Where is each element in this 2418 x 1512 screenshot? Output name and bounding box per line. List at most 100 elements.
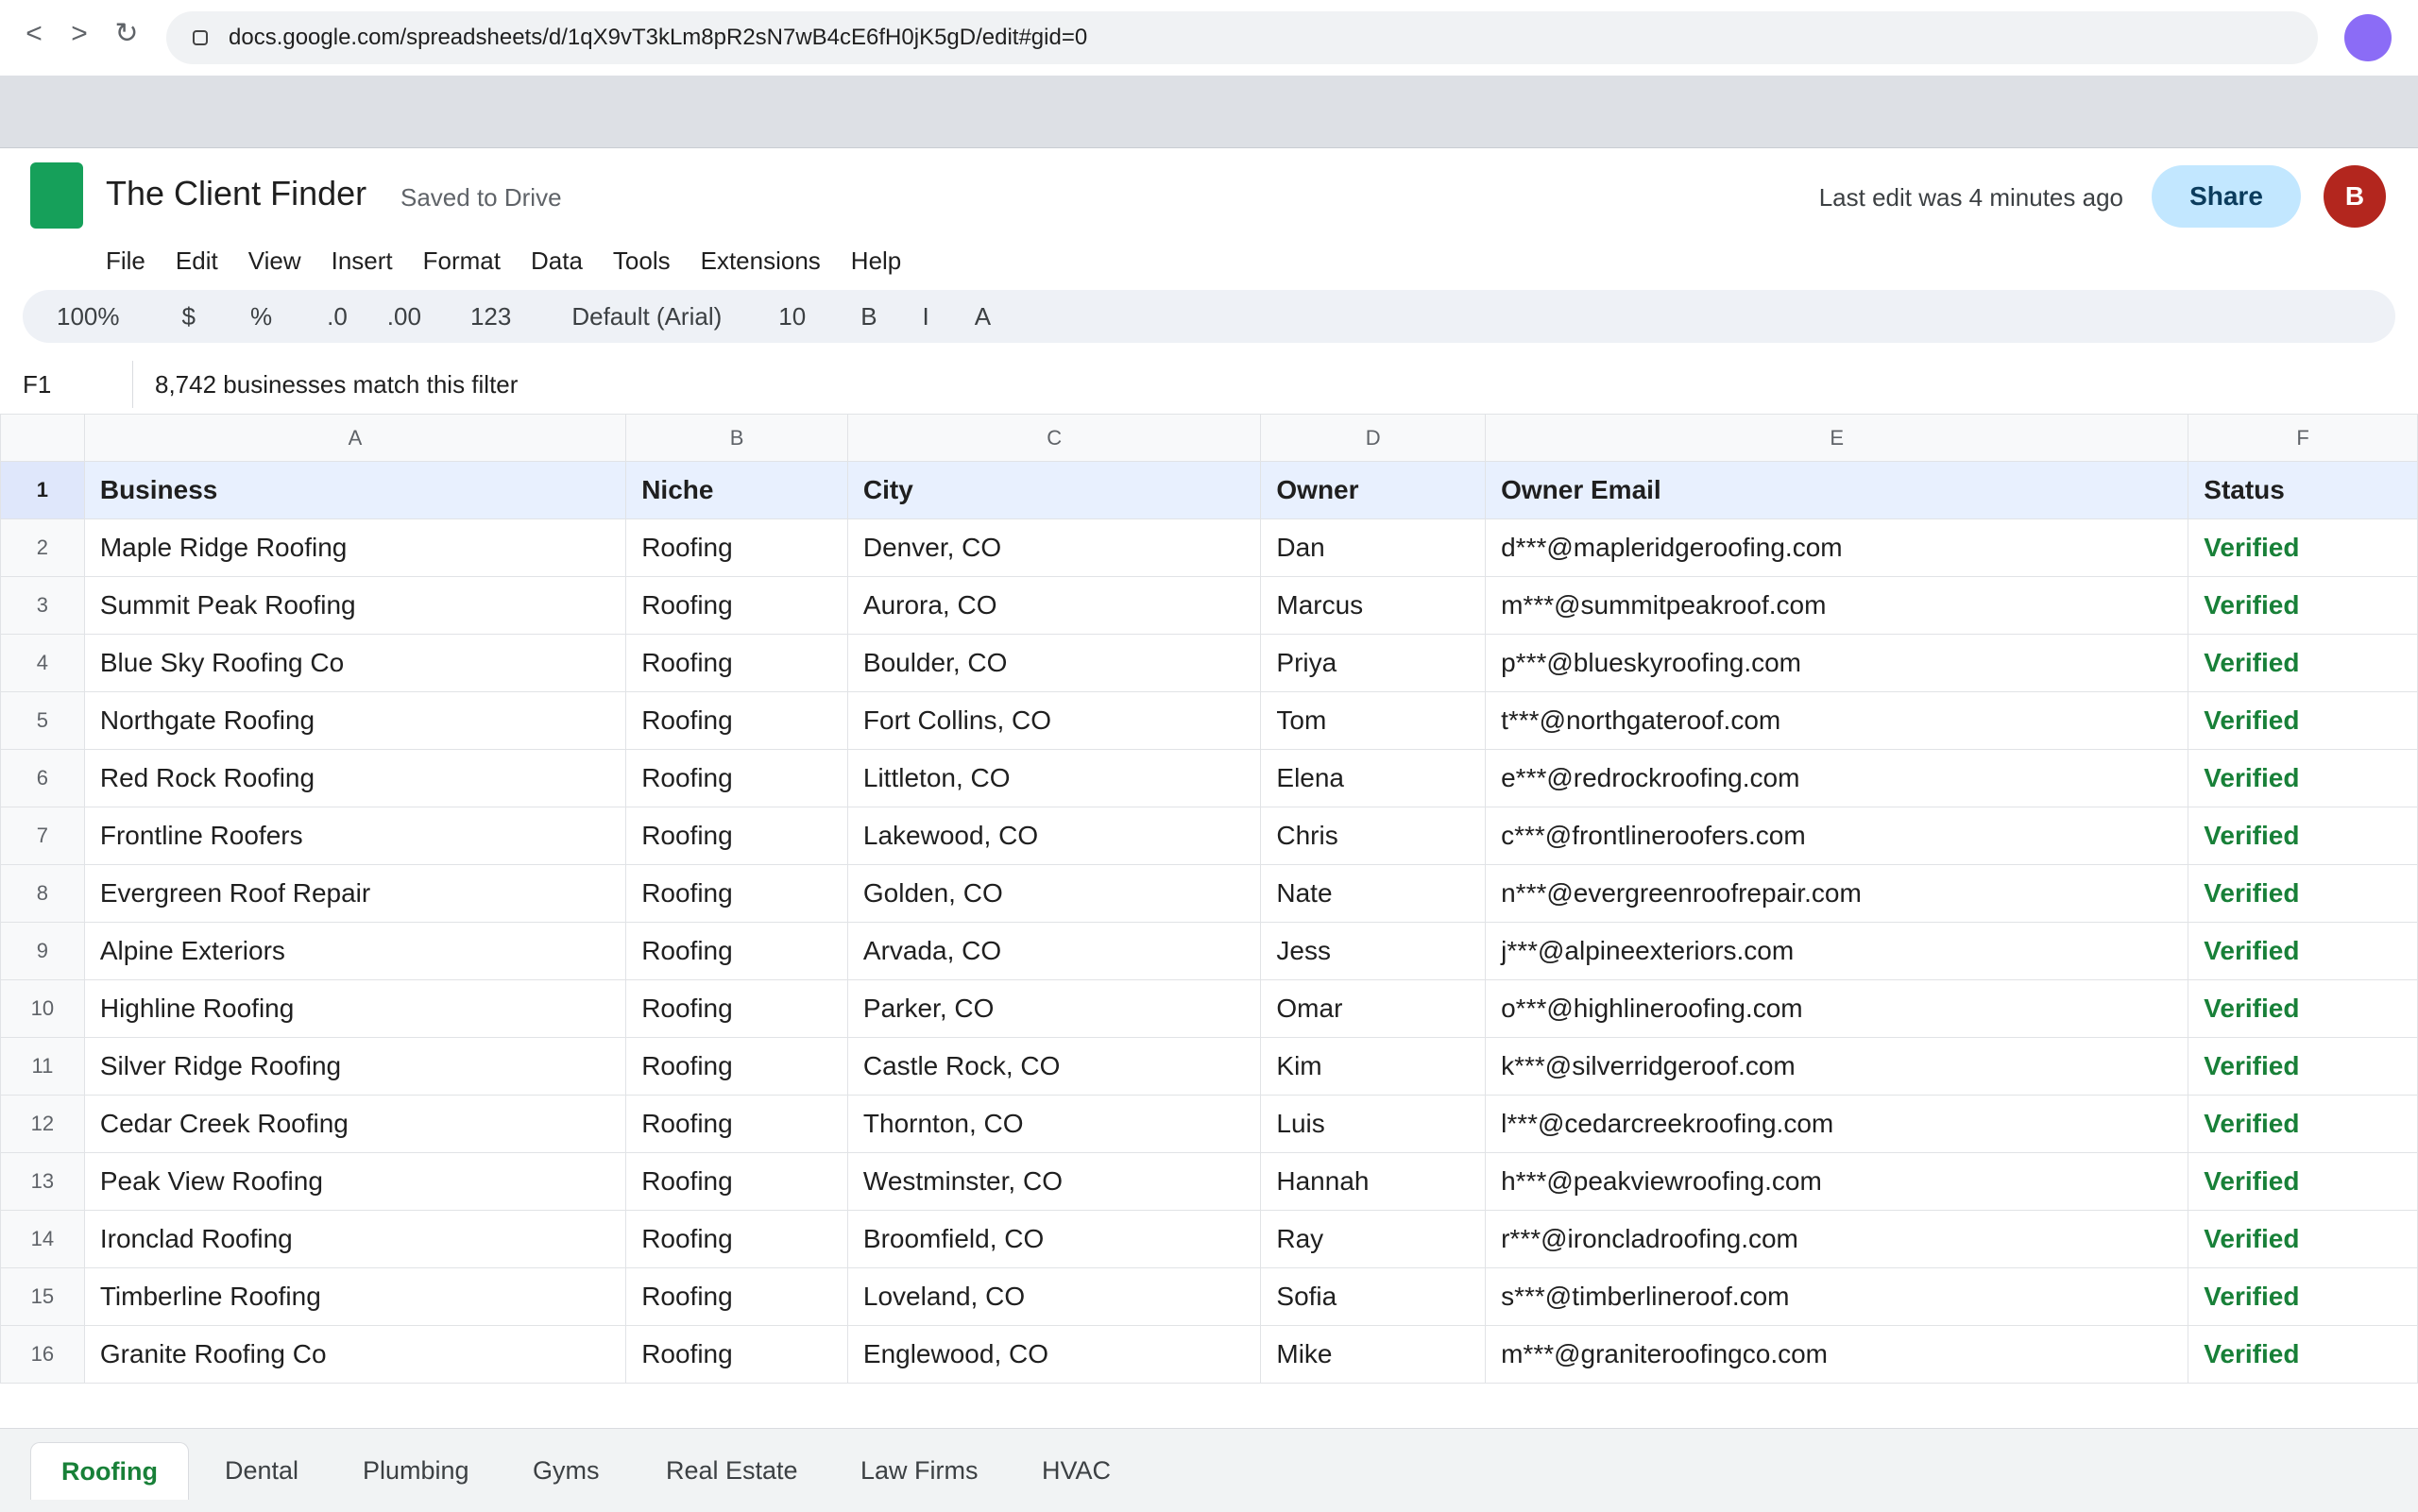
header-cell[interactable]: City — [846, 461, 1262, 519]
row-number[interactable]: 10 — [0, 979, 85, 1038]
grid-cell[interactable]: Red Rock Roofing — [83, 749, 627, 807]
grid-cell[interactable]: Ironclad Roofing — [83, 1210, 627, 1268]
grid-cell[interactable]: Alpine Exteriors — [83, 922, 627, 980]
grid-cell[interactable]: Lakewood, CO — [846, 807, 1262, 865]
header-cell[interactable]: Business — [83, 461, 627, 519]
site-info-icon[interactable] — [193, 30, 208, 45]
select-all-corner[interactable] — [0, 414, 85, 462]
menu-extensions[interactable]: Extensions — [701, 242, 821, 280]
grid-cell[interactable]: Tom — [1260, 691, 1487, 750]
grid-cell[interactable]: Denver, CO — [846, 518, 1262, 577]
grid-cell[interactable]: Nate — [1260, 864, 1487, 923]
sheet-tab-real-estate[interactable]: Real Estate — [666, 1442, 798, 1499]
grid-cell[interactable]: Roofing — [625, 1210, 848, 1268]
status-cell[interactable]: Verified — [2188, 807, 2418, 865]
status-cell[interactable]: Verified — [2188, 1037, 2418, 1096]
grid-cell[interactable]: Littleton, CO — [846, 749, 1262, 807]
row-number[interactable]: 4 — [0, 634, 85, 692]
grid-cell[interactable]: Frontline Roofers — [83, 807, 627, 865]
row-number[interactable]: 11 — [0, 1037, 85, 1096]
row-number[interactable]: 6 — [0, 749, 85, 807]
grid-cell[interactable]: Roofing — [625, 634, 848, 692]
grid-cell[interactable]: r***@ironcladroofing.com — [1485, 1210, 2189, 1268]
menu-help[interactable]: Help — [851, 242, 901, 280]
column-header-b[interactable]: B — [625, 414, 848, 462]
share-button[interactable]: Share — [2152, 165, 2301, 228]
status-cell[interactable]: Verified — [2188, 576, 2418, 635]
grid-cell[interactable]: Thornton, CO — [846, 1095, 1262, 1153]
grid-cell[interactable]: Priya — [1260, 634, 1487, 692]
grid-cell[interactable]: Omar — [1260, 979, 1487, 1038]
document-title[interactable]: The Client Finder — [106, 174, 366, 213]
row-number[interactable]: 2 — [0, 518, 85, 577]
back-icon[interactable]: < — [13, 13, 55, 55]
row-number[interactable]: 5 — [0, 691, 85, 750]
sheets-logo-icon[interactable] — [30, 162, 83, 229]
grid-cell[interactable]: Blue Sky Roofing Co — [83, 634, 627, 692]
grid-cell[interactable]: Roofing — [625, 518, 848, 577]
status-cell[interactable]: Verified — [2188, 634, 2418, 692]
grid-cell[interactable]: Roofing — [625, 1325, 848, 1384]
menu-format[interactable]: Format — [423, 242, 501, 280]
sheet-tab-hvac[interactable]: HVAC — [1042, 1442, 1111, 1499]
grid-cell[interactable]: n***@evergreenroofrepair.com — [1485, 864, 2189, 923]
more-formats-button[interactable]: 123 — [470, 290, 511, 343]
menu-file[interactable]: File — [106, 242, 145, 280]
sheet-tab-law-firms[interactable]: Law Firms — [860, 1442, 979, 1499]
menu-tools[interactable]: Tools — [613, 242, 671, 280]
grid-cell[interactable]: l***@cedarcreekroofing.com — [1485, 1095, 2189, 1153]
grid-cell[interactable]: e***@redrockroofing.com — [1485, 749, 2189, 807]
status-cell[interactable]: Verified — [2188, 922, 2418, 980]
grid-cell[interactable]: Parker, CO — [846, 979, 1262, 1038]
row-number[interactable]: 3 — [0, 576, 85, 635]
zoom-select[interactable]: 100% — [57, 290, 120, 343]
grid-cell[interactable]: Sofia — [1260, 1267, 1487, 1326]
grid-cell[interactable]: Roofing — [625, 1037, 848, 1096]
grid-cell[interactable]: Englewood, CO — [846, 1325, 1262, 1384]
currency-format-button[interactable]: $ — [182, 290, 196, 343]
percent-format-button[interactable]: % — [250, 290, 272, 343]
menu-insert[interactable]: Insert — [332, 242, 393, 280]
grid-cell[interactable]: Silver Ridge Roofing — [83, 1037, 627, 1096]
menu-edit[interactable]: Edit — [176, 242, 218, 280]
status-cell[interactable]: Verified — [2188, 749, 2418, 807]
row-number[interactable]: 14 — [0, 1210, 85, 1268]
last-edit-status[interactable]: Last edit was 4 minutes ago — [1819, 183, 2123, 212]
grid-cell[interactable]: Roofing — [625, 864, 848, 923]
grid-cell[interactable]: Northgate Roofing — [83, 691, 627, 750]
bold-button[interactable]: B — [860, 290, 877, 343]
browser-profile-icon[interactable] — [2344, 14, 2392, 61]
grid-cell[interactable]: k***@silverridgeroof.com — [1485, 1037, 2189, 1096]
increase-decimal-button[interactable]: .00 — [387, 290, 421, 343]
row-number[interactable]: 9 — [0, 922, 85, 980]
header-cell[interactable]: Status — [2188, 461, 2418, 519]
grid-cell[interactable]: Summit Peak Roofing — [83, 576, 627, 635]
header-cell[interactable]: Owner Email — [1485, 461, 2189, 519]
grid-cell[interactable]: Evergreen Roof Repair — [83, 864, 627, 923]
grid-cell[interactable]: Dan — [1260, 518, 1487, 577]
reload-icon[interactable]: ↻ — [106, 13, 147, 55]
name-box[interactable]: F1 — [23, 355, 51, 414]
grid-cell[interactable]: o***@highlineroofing.com — [1485, 979, 2189, 1038]
grid-cell[interactable]: Maple Ridge Roofing — [83, 518, 627, 577]
status-cell[interactable]: Verified — [2188, 1325, 2418, 1384]
grid-cell[interactable]: Roofing — [625, 691, 848, 750]
grid-cell[interactable]: Marcus — [1260, 576, 1487, 635]
column-header-d[interactable]: D — [1260, 414, 1487, 462]
grid-cell[interactable]: Luis — [1260, 1095, 1487, 1153]
status-cell[interactable]: Verified — [2188, 691, 2418, 750]
column-header-c[interactable]: C — [846, 414, 1262, 462]
grid-cell[interactable]: Kim — [1260, 1037, 1487, 1096]
grid-cell[interactable]: Westminster, CO — [846, 1152, 1262, 1211]
grid-cell[interactable]: Hannah — [1260, 1152, 1487, 1211]
grid-cell[interactable]: Boulder, CO — [846, 634, 1262, 692]
grid-cell[interactable]: Roofing — [625, 1152, 848, 1211]
grid-cell[interactable]: c***@frontlineroofers.com — [1485, 807, 2189, 865]
grid-cell[interactable]: Roofing — [625, 1095, 848, 1153]
grid-cell[interactable]: Roofing — [625, 576, 848, 635]
url-text[interactable]: docs.google.com/spreadsheets/d/1qX9vT3kL… — [229, 11, 1087, 64]
address-bar[interactable]: docs.google.com/spreadsheets/d/1qX9vT3kL… — [166, 11, 2318, 64]
row-number[interactable]: 16 — [0, 1325, 85, 1384]
grid-cell[interactable]: Cedar Creek Roofing — [83, 1095, 627, 1153]
row-number[interactable]: 12 — [0, 1095, 85, 1153]
